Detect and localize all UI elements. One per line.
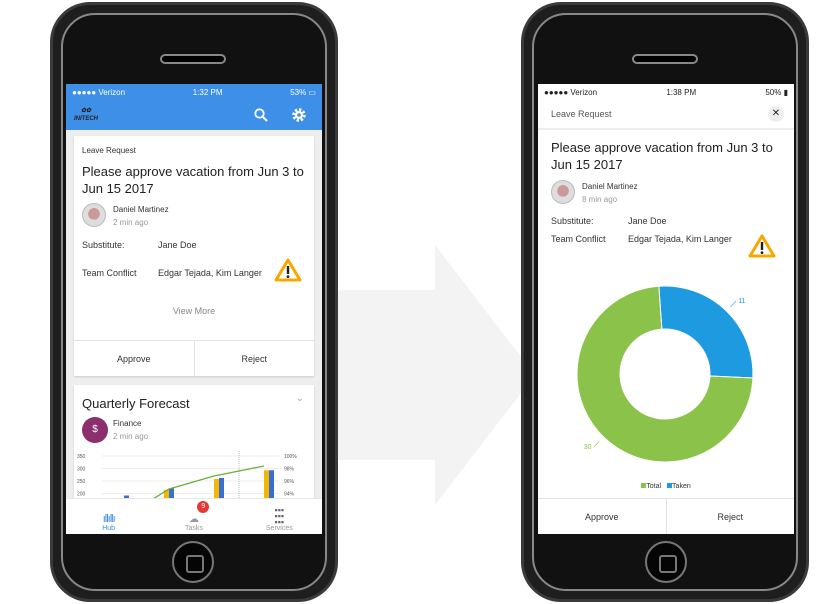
conflict-label: Team Conflict (551, 234, 606, 244)
chart-legend: Total Taken (538, 483, 794, 490)
data-label: 11 (738, 298, 745, 305)
legend-total: Total (641, 483, 661, 490)
clock: 1:38 PM (666, 87, 697, 97)
timestamp: 8 min ago (582, 195, 618, 204)
approve-button[interactable]: Approve (74, 341, 194, 376)
home-button[interactable] (172, 541, 214, 583)
y-tick-left: 200 (77, 492, 86, 498)
author-name: Daniel Martinez (582, 182, 638, 191)
arrow-graphic (335, 245, 535, 505)
approve-button[interactable]: Approve (538, 499, 666, 534)
clock: 1:32 PM (192, 87, 223, 97)
status-bar: ●●●●● Verizon 1:32 PM 53% ▭ (66, 84, 322, 100)
substitute-label: Substitute: (551, 216, 594, 226)
tasks-badge: 9 (197, 501, 210, 513)
data-label-leader (593, 441, 600, 448)
tab-services[interactable]: ▪▪▪ ▪▪▪ ▪▪▪ Services (237, 499, 322, 534)
card-title: Please approve vacation from Jun 3 to Ju… (82, 164, 304, 196)
y-tick-right: 96% (284, 479, 295, 485)
tab-bar: ıllıllı Hub ☁ Tasks 9 ▪▪▪ ▪▪▪ ▪▪▪ Services (66, 498, 322, 534)
forecast-title: Quarterly Forecast (82, 396, 190, 411)
leave-donut-chart: 11 30 (576, 285, 754, 463)
data-label-leader (730, 300, 737, 307)
y-tick-right: 98% (284, 467, 295, 473)
author-name: Daniel Martinez (113, 205, 169, 214)
chevron-down-icon[interactable]: ⌄ (296, 393, 304, 404)
tasks-icon: ☁ (188, 514, 199, 525)
carrier: ●●●●● Verizon (72, 87, 126, 97)
warning-icon (274, 258, 302, 282)
y-tick-left: 250 (77, 479, 86, 485)
y-tick-right: 100% (284, 454, 297, 460)
conflict-label: Team Conflict (82, 268, 137, 278)
y-tick-left: 300 (77, 467, 86, 473)
warning-icon (748, 234, 776, 258)
reject-button[interactable]: Reject (193, 341, 315, 376)
speaker (632, 54, 698, 64)
battery: 53% ▭ (290, 87, 316, 97)
detail-header: Leave Request ✕ (538, 100, 794, 130)
y-tick-left: 350 (77, 454, 86, 460)
avatar (82, 203, 106, 227)
gear-icon[interactable] (291, 107, 307, 123)
conflict-value: Edgar Tejada, Kim Langer (628, 234, 732, 244)
detail-title: Please approve vacation from Jun 3 to Ju… (551, 140, 773, 172)
avatar (551, 180, 575, 204)
reject-button[interactable]: Reject (665, 499, 795, 534)
right-screen: ●●●●● Verizon 1:38 PM 50% ▮ Leave Reques… (538, 84, 794, 534)
legend-taken: Taken (667, 483, 691, 490)
grid-icon: ▪▪▪ ▪▪▪ ▪▪▪ (274, 505, 285, 527)
timestamp: 2 min ago (113, 218, 149, 227)
tab-hub[interactable]: ıllıllı Hub (66, 499, 151, 534)
card-category: Leave Request (82, 146, 136, 155)
carrier: ●●●●● Verizon (544, 87, 598, 97)
home-button[interactable] (645, 541, 687, 583)
substitute-value: Jane Doe (628, 216, 667, 226)
header-title: Leave Request (551, 109, 612, 119)
data-label: 30 (584, 444, 592, 451)
left-screen: ●●●●● Verizon 1:32 PM 53% ▭ ✿✿ INITECH Le… (66, 84, 322, 534)
initech-logo: ✿✿ INITECH (74, 108, 98, 122)
finance-icon: $ (82, 417, 108, 443)
y-tick-right: 94% (284, 492, 295, 498)
substitute-label: Substitute: (82, 240, 125, 250)
battery: 50% ▮ (765, 87, 788, 97)
tab-tasks[interactable]: ☁ Tasks 9 (151, 499, 236, 534)
waveform-icon: ıllıllı (102, 513, 116, 525)
view-more-link[interactable]: View More (74, 306, 314, 316)
substitute-value: Jane Doe (158, 240, 197, 250)
leave-request-card[interactable]: Leave Request Please approve vacation fr… (74, 136, 314, 376)
source-name: Finance (113, 419, 142, 428)
speaker (160, 54, 226, 64)
search-icon[interactable] (254, 108, 268, 122)
conflict-value: Edgar Tejada, Kim Langer (158, 268, 262, 278)
close-icon[interactable]: ✕ (768, 106, 784, 122)
timestamp: 2 min ago (113, 432, 149, 441)
status-bar: ●●●●● Verizon 1:38 PM 50% ▮ (538, 84, 794, 100)
app-bar: ✿✿ INITECH (66, 100, 322, 130)
